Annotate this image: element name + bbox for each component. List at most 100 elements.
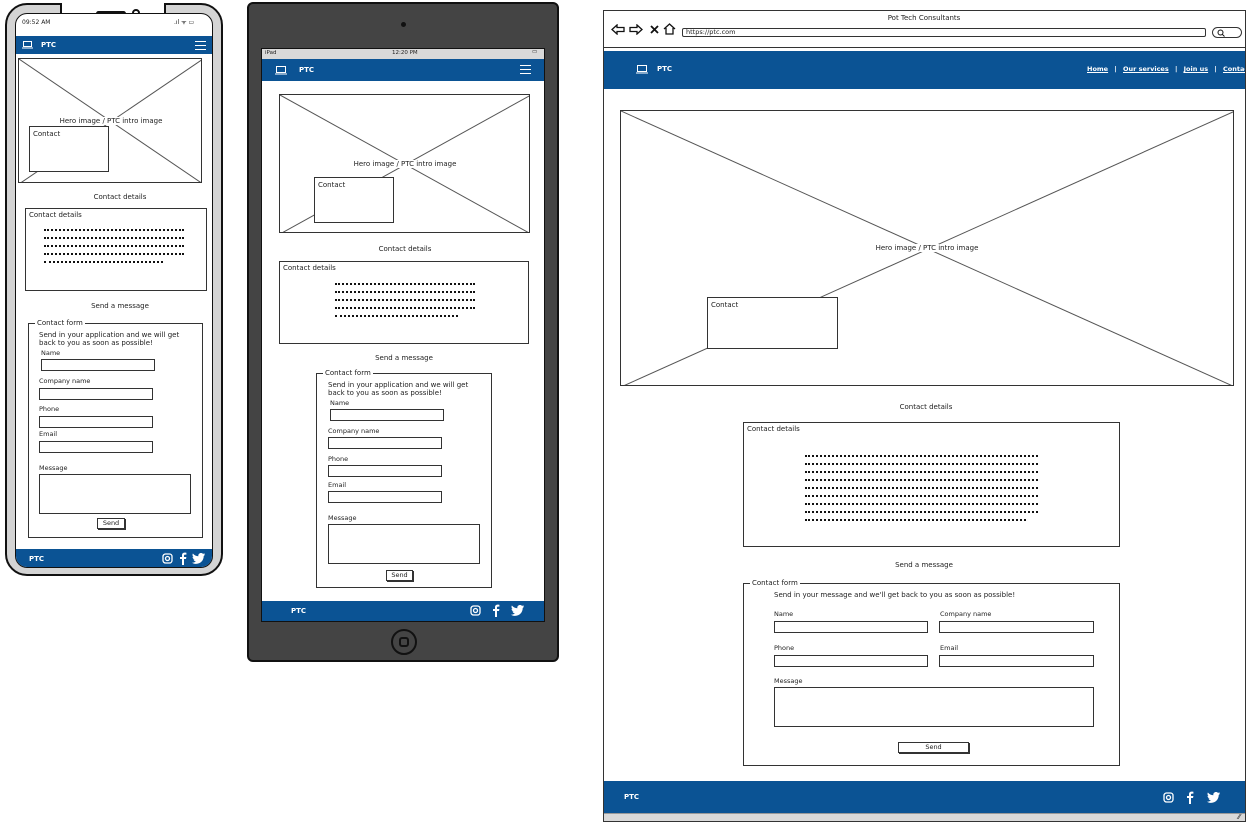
tablet-camera <box>401 22 406 27</box>
nav-brand[interactable]: PTC <box>299 66 314 74</box>
twitter-icon[interactable] <box>192 553 205 564</box>
contact-details-box-title: Contact details <box>747 425 800 433</box>
tablet-navbar: PTC <box>262 59 544 81</box>
email-input[interactable] <box>39 441 153 453</box>
name-input[interactable] <box>330 409 444 421</box>
contact-overlay[interactable]: Contact <box>314 177 394 223</box>
contact-details-heading: Contact details <box>93 193 147 201</box>
twitter-icon[interactable] <box>1207 792 1220 803</box>
company-input[interactable] <box>939 621 1094 633</box>
name-input[interactable] <box>41 359 155 371</box>
email-input[interactable] <box>328 491 442 503</box>
label-company: Company name <box>39 377 91 385</box>
nav-contact[interactable]: Contact <box>1223 65 1245 73</box>
label-message: Message <box>328 514 357 522</box>
twitter-icon[interactable] <box>511 605 524 616</box>
footer-brand: PTC <box>624 793 640 801</box>
nav-brand[interactable]: PTC <box>41 41 56 49</box>
contact-details-box: Contact details <box>743 422 1120 547</box>
contact-details-heading: Contact details <box>899 403 953 411</box>
status-left: iPad <box>265 50 277 56</box>
tablet-footer: PTC <box>262 601 544 621</box>
message-textarea[interactable] <box>39 474 191 514</box>
facebook-icon[interactable] <box>492 604 500 617</box>
message-textarea[interactable] <box>328 524 480 564</box>
hero-image: Hero image / PTC intro image Contact <box>279 94 530 233</box>
laptop-icon[interactable] <box>22 41 33 49</box>
label-company: Company name <box>940 610 992 618</box>
send-message-heading: Send a message <box>375 354 433 362</box>
search-icon <box>1217 29 1225 37</box>
contact-form: Contact form Send in your application an… <box>316 369 492 588</box>
instagram-icon[interactable] <box>162 553 173 564</box>
desktop-navbar: PTC Home | Our services | Join us | Cont… <box>604 51 1245 89</box>
label-email: Email <box>940 644 959 652</box>
label-phone: Phone <box>774 644 795 652</box>
name-input[interactable] <box>774 621 928 633</box>
form-legend: Contact form <box>35 319 85 327</box>
resize-grip-icon[interactable]: ⁄⁄ <box>1238 813 1240 821</box>
send-button[interactable]: Send <box>97 518 125 529</box>
contact-overlay[interactable]: Contact <box>707 297 838 349</box>
contact-details-heading: Contact details <box>378 245 432 253</box>
status-time: 09:52 AM <box>22 19 51 26</box>
phone-input[interactable] <box>328 465 442 477</box>
email-input[interactable] <box>939 655 1094 667</box>
footer-brand: PTC <box>291 607 307 615</box>
hero-label: Hero image / PTC intro image <box>351 160 459 168</box>
close-icon[interactable] <box>650 25 659 34</box>
browser-chrome: Pot Tech Consultants https://ptc.com <box>604 11 1245 48</box>
back-arrow-icon[interactable] <box>611 24 625 35</box>
forward-arrow-icon[interactable] <box>629 24 643 35</box>
label-phone: Phone <box>39 405 60 413</box>
url-bar[interactable]: https://ptc.com <box>682 28 1206 37</box>
label-email: Email <box>39 430 58 438</box>
label-message: Message <box>39 464 68 472</box>
tablet-home-button[interactable] <box>391 629 417 655</box>
home-icon[interactable] <box>663 23 676 35</box>
hamburger-icon[interactable] <box>520 65 531 77</box>
phone-screen: 09:52 AM .ıl ᯤ ▭ PTC Hero image / PTC in… <box>15 13 213 568</box>
hamburger-icon[interactable] <box>195 41 206 53</box>
contact-overlay[interactable]: Contact <box>29 126 109 172</box>
details-text <box>805 455 1038 527</box>
contact-form: Contact form Send in your application an… <box>28 319 203 538</box>
laptop-icon[interactable] <box>275 66 287 75</box>
contact-details-box: Contact details <box>25 208 207 291</box>
instagram-icon[interactable] <box>1163 792 1174 803</box>
company-input[interactable] <box>39 388 153 400</box>
status-time: 12:20 PM <box>392 50 418 56</box>
label-phone: Phone <box>328 455 349 463</box>
label-message: Message <box>774 677 803 685</box>
nav-our-services[interactable]: Our services <box>1123 65 1169 73</box>
url-text: https://ptc.com <box>686 28 736 36</box>
nav-brand[interactable]: PTC <box>657 65 672 73</box>
form-intro: Send in your application and we will get… <box>328 381 469 397</box>
label-company: Company name <box>328 427 380 435</box>
label-name: Name <box>41 349 61 357</box>
contact-details-box: Contact details <box>279 261 529 344</box>
laptop-icon[interactable] <box>636 65 648 74</box>
send-message-heading: Send a message <box>895 561 953 569</box>
facebook-icon[interactable] <box>179 552 187 565</box>
send-message-heading: Send a message <box>91 302 149 310</box>
nav-join-us[interactable]: Join us <box>1184 65 1209 73</box>
company-input[interactable] <box>328 437 442 449</box>
send-button[interactable]: Send <box>898 742 969 753</box>
phone-mockup: 09:52 AM .ıl ᯤ ▭ PTC Hero image / PTC in… <box>5 3 223 576</box>
tablet-mockup: iPad 12:20 PM ▭ PTC Hero image / PTC int… <box>247 2 559 662</box>
phone-input[interactable] <box>39 416 153 428</box>
nav-home[interactable]: Home <box>1087 65 1108 73</box>
send-button[interactable]: Send <box>386 570 413 581</box>
instagram-icon[interactable] <box>470 605 481 616</box>
nav-links: Home | Our services | Join us | Contact <box>1087 65 1245 73</box>
form-legend: Contact form <box>323 369 373 377</box>
facebook-icon[interactable] <box>1186 791 1194 804</box>
form-intro: Send in your application and we will get… <box>39 331 180 347</box>
contact-details-box-title: Contact details <box>283 264 336 272</box>
message-textarea[interactable] <box>774 687 1094 727</box>
footer-brand: PTC <box>29 555 45 563</box>
tablet-screen: iPad 12:20 PM ▭ PTC Hero image / PTC int… <box>261 48 545 622</box>
search-box[interactable] <box>1212 27 1242 38</box>
phone-input[interactable] <box>774 655 928 667</box>
